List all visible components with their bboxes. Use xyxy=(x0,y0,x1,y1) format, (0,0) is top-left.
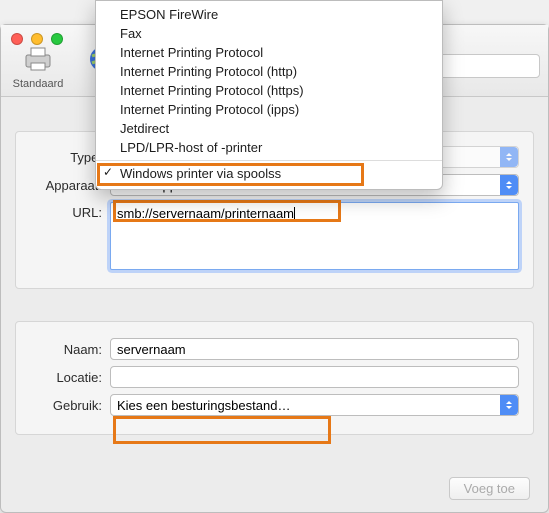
chevron-updown-icon xyxy=(500,395,518,415)
naam-label: Naam: xyxy=(30,342,102,357)
toolbar-label: Standaard xyxy=(13,78,64,90)
url-input[interactable]: smb://servernaam/printernaam xyxy=(110,202,519,270)
dropdown-item[interactable]: Internet Printing Protocol (https) xyxy=(96,81,442,100)
locatie-input[interactable] xyxy=(110,366,519,388)
naam-input[interactable]: servernaam xyxy=(110,338,519,360)
type-label: Type: xyxy=(30,150,102,165)
dropdown-item-selected[interactable]: Windows printer via spoolss xyxy=(96,160,442,183)
dropdown-item[interactable]: Fax xyxy=(96,24,442,43)
gebruik-value: Kies een besturingsbestand… xyxy=(117,398,290,413)
text-cursor xyxy=(294,207,295,222)
window-controls xyxy=(11,33,63,45)
locatie-label: Locatie: xyxy=(30,370,102,385)
dropdown-item[interactable]: Internet Printing Protocol (http) xyxy=(96,62,442,81)
printer-icon xyxy=(21,42,55,76)
chevron-updown-icon xyxy=(500,175,518,195)
minimize-icon[interactable] xyxy=(31,33,43,45)
gebruik-label: Gebruik: xyxy=(30,398,102,413)
apparaat-label: Apparaat: xyxy=(30,178,102,193)
url-label: URL: xyxy=(30,205,102,220)
naam-value: servernaam xyxy=(117,342,186,357)
close-icon[interactable] xyxy=(11,33,23,45)
zoom-icon[interactable] xyxy=(51,33,63,45)
dropdown-item[interactable]: Internet Printing Protocol (ipps) xyxy=(96,100,442,119)
gebruik-select[interactable]: Kies een besturingsbestand… xyxy=(110,394,519,416)
dropdown-item[interactable]: LPD/LPR-host of -printer xyxy=(96,138,442,157)
info-panel: Naam: servernaam Locatie: Gebruik: Kies … xyxy=(15,321,534,435)
chevron-updown-icon xyxy=(500,147,518,167)
url-value: smb://servernaam/printernaam xyxy=(117,206,294,221)
dropdown-item[interactable]: Internet Printing Protocol xyxy=(96,43,442,62)
dropdown-item[interactable]: EPSON FireWire xyxy=(96,5,442,24)
toolbar-item-default[interactable]: Standaard xyxy=(9,42,67,90)
add-button[interactable]: Voeg toe xyxy=(449,477,530,500)
type-dropdown-menu: EPSON FireWire Fax Internet Printing Pro… xyxy=(95,0,443,190)
dropdown-item[interactable]: Jetdirect xyxy=(96,119,442,138)
